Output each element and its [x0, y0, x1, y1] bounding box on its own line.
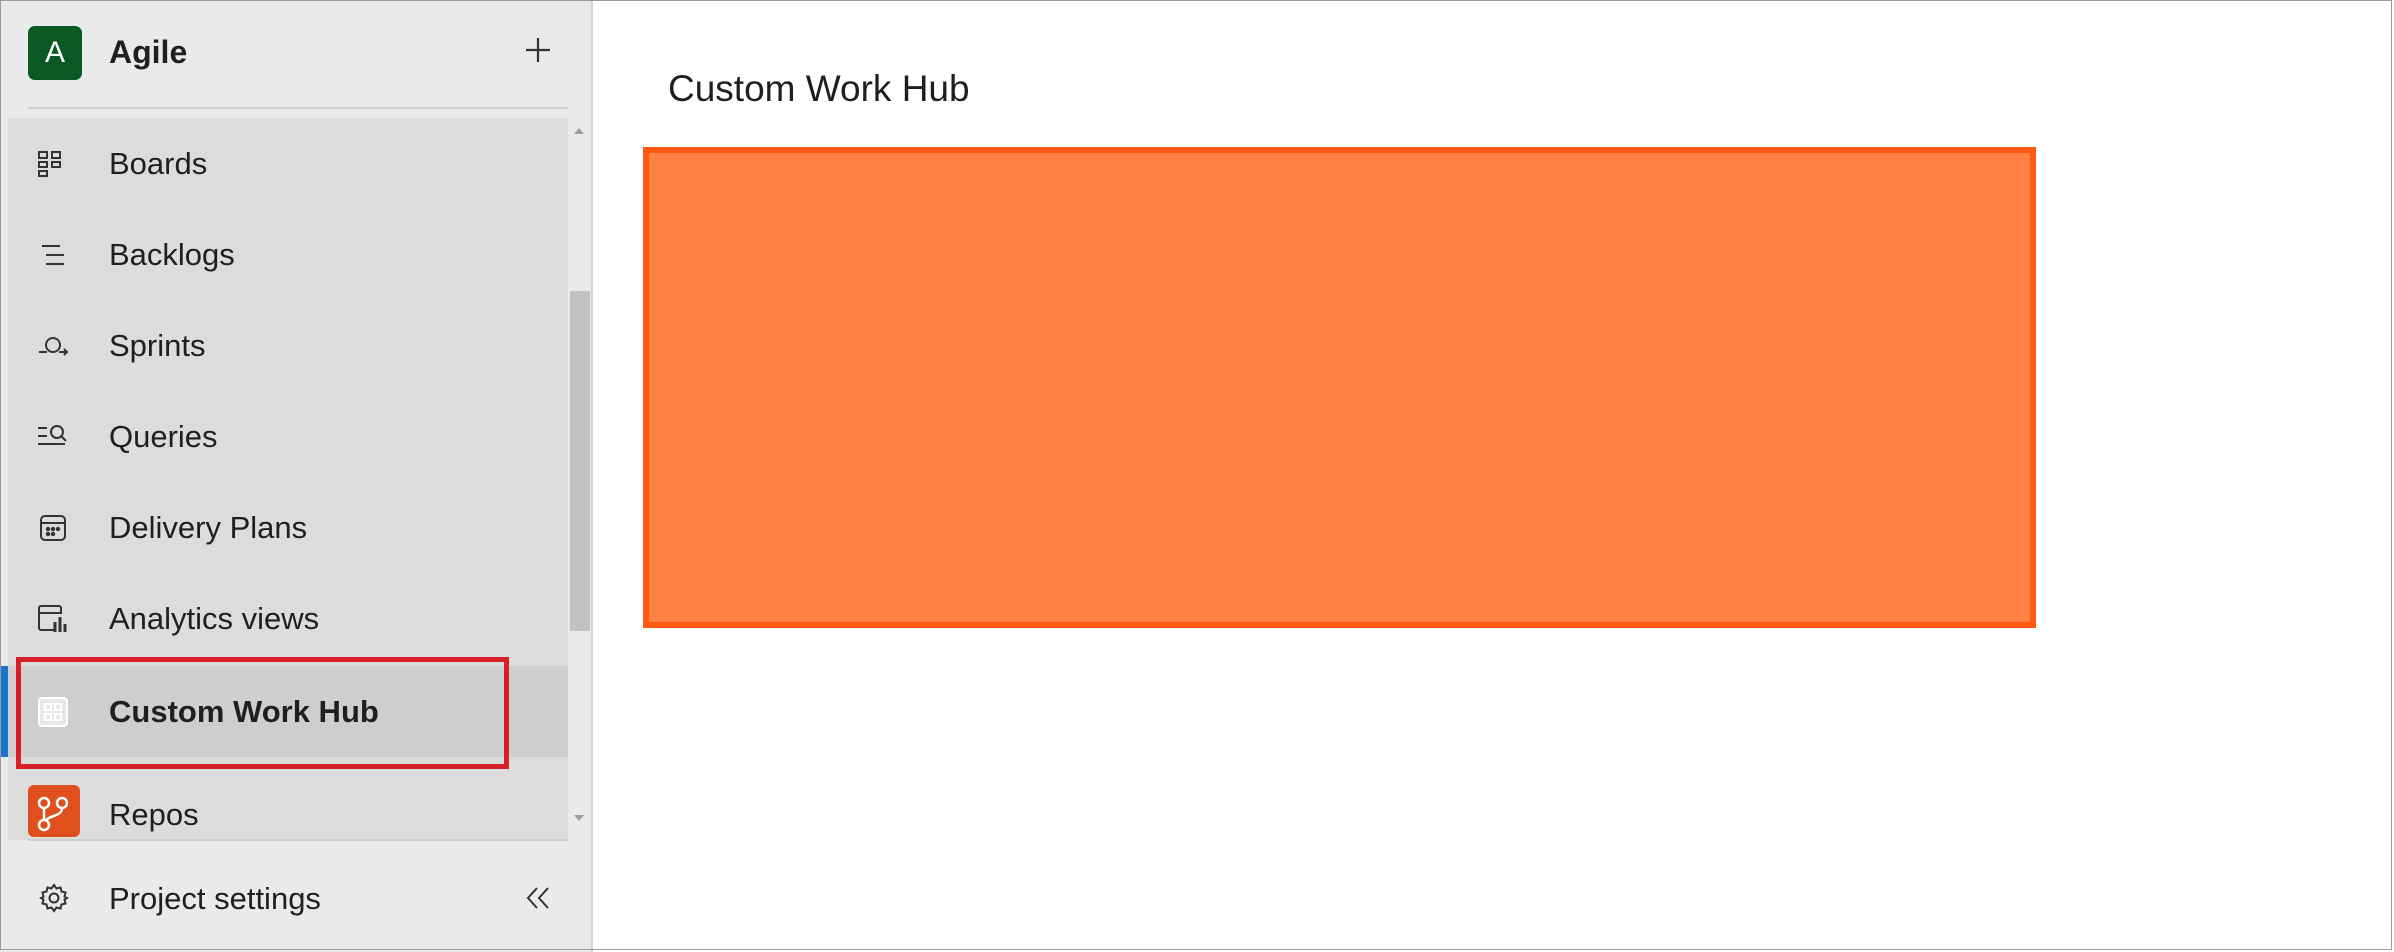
selection-indicator — [0, 666, 8, 757]
sidebar-item-label: Boards — [109, 146, 208, 181]
boards-icon — [35, 146, 71, 182]
project-settings[interactable]: Project settings — [0, 854, 593, 944]
analytics-views-icon — [35, 601, 71, 637]
sidebar-item-boards[interactable]: Boards — [8, 118, 568, 209]
highlight-box — [16, 657, 509, 769]
project-avatar[interactable]: A — [28, 26, 82, 80]
sidebar-item-delivery-plans[interactable]: Delivery Plans — [8, 482, 568, 573]
double-chevron-left-icon — [526, 887, 549, 909]
delivery-plans-icon — [35, 510, 71, 546]
sidebar-item-backlogs[interactable]: Backlogs — [8, 209, 568, 300]
scroll-down-arrow[interactable] — [574, 815, 584, 821]
collapse-sidebar-button[interactable] — [516, 876, 560, 920]
sidebar-item-label: Analytics views — [109, 601, 320, 636]
sprints-icon — [35, 328, 71, 364]
project-settings-label: Project settings — [109, 881, 321, 916]
sidebar-item-sprints[interactable]: Sprints — [8, 300, 568, 391]
page-title: Custom Work Hub — [668, 68, 970, 109]
sidebar-item-label: Repos — [109, 797, 199, 832]
project-header: A Agile — [0, 0, 593, 108]
backlogs-icon — [35, 237, 71, 273]
main-content: Custom Work Hub — [595, 0, 2392, 952]
sidebar-item-label: Delivery Plans — [109, 510, 308, 545]
project-name[interactable]: Agile — [109, 34, 187, 71]
header-divider — [28, 107, 568, 109]
sidebar-item-label: Queries — [109, 419, 218, 454]
queries-icon — [35, 419, 71, 455]
sidebar-item-label: Backlogs — [109, 237, 235, 272]
content-placeholder-box — [643, 147, 2036, 628]
plus-icon — [526, 38, 550, 62]
gear-icon — [38, 882, 70, 914]
repos-icon — [28, 785, 80, 837]
sidebar-item-label: Sprints — [109, 328, 206, 363]
scrollbar-thumb[interactable] — [570, 291, 590, 631]
add-button[interactable] — [516, 28, 560, 72]
sidebar-item-repos[interactable]: Repos — [0, 775, 568, 840]
scroll-up-arrow[interactable] — [574, 128, 584, 134]
sidebar-item-queries[interactable]: Queries — [8, 391, 568, 482]
sidebar: A Agile Boards Backlogs Sprints Queries … — [0, 0, 593, 952]
footer-divider — [28, 839, 568, 841]
sidebar-item-analytics-views[interactable]: Analytics views — [8, 573, 568, 664]
